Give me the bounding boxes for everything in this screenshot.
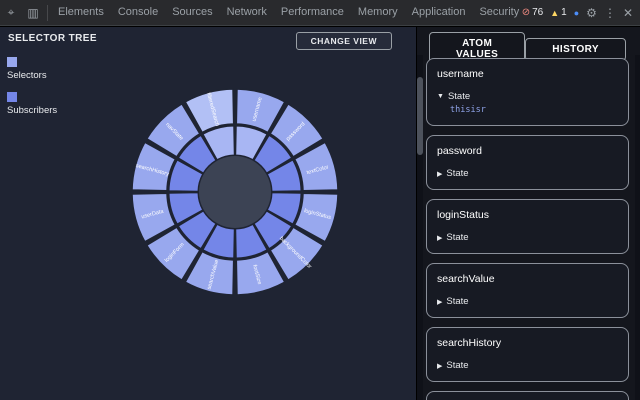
toolbar-status-area: ⊘ 76 ▲ 1 ● ⚙ ⋮ ✕ bbox=[522, 6, 640, 20]
devtools-toolbar: ⌖ ▥ Elements Console Sources Network Perform… bbox=[0, 0, 640, 26]
legend-swatch bbox=[7, 92, 17, 102]
state-label: State bbox=[446, 232, 469, 243]
settings-gear-icon[interactable]: ⚙ bbox=[586, 6, 597, 20]
state-label: State bbox=[446, 296, 469, 307]
warning-count: 1 bbox=[561, 7, 567, 18]
legend-label: Selectors bbox=[7, 70, 47, 81]
tab-security[interactable]: Security bbox=[472, 0, 521, 25]
tab-network[interactable]: Network bbox=[220, 0, 274, 25]
error-icon: ⊘ bbox=[521, 7, 531, 18]
tab-memory[interactable]: Memory bbox=[351, 0, 405, 25]
devtools-main: SELECTOR TREE CHANGE VIEW Selectors Subsc… bbox=[0, 27, 640, 400]
error-count: 76 bbox=[532, 7, 544, 18]
close-devtools-icon[interactable]: ✕ bbox=[623, 6, 633, 20]
atom-card-username: username ▼ State thisisr bbox=[426, 58, 629, 126]
atom-card-searchhistory: searchHistory ▶ State bbox=[426, 327, 629, 382]
change-view-button[interactable]: CHANGE VIEW bbox=[295, 32, 392, 50]
state-label: State bbox=[446, 168, 469, 179]
tab-sources[interactable]: Sources bbox=[165, 0, 219, 25]
legend: Selectors Subscribers bbox=[7, 57, 57, 116]
chevron-right-icon: ▶ bbox=[437, 298, 443, 306]
panel-title: SELECTOR TREE bbox=[8, 33, 97, 44]
state-label: State bbox=[447, 91, 471, 102]
selector-tree-panel: SELECTOR TREE CHANGE VIEW Selectors Subsc… bbox=[0, 27, 416, 400]
atom-name: loginStatus bbox=[437, 209, 489, 221]
atom-values-panel: ATOM VALUES HISTORY username ▼ State thisis… bbox=[416, 27, 640, 400]
tab-performance[interactable]: Performance bbox=[274, 0, 351, 25]
scrollbar-thumb[interactable] bbox=[417, 77, 423, 155]
legend-item-subscribers: Subscribers bbox=[7, 92, 57, 116]
atom-cards: username ▼ State thisisr password ▶ State login… bbox=[426, 58, 629, 400]
warning-count-badge[interactable]: ▲ 1 bbox=[550, 7, 566, 18]
atom-card-searchvalue: searchValue ▶ State bbox=[426, 263, 629, 318]
atom-name: searchHistory bbox=[437, 337, 502, 349]
toolbar-divider bbox=[47, 4, 48, 21]
state-toggle[interactable]: ▶ State bbox=[437, 296, 618, 307]
sunburst-center-hole bbox=[199, 156, 271, 228]
atom-value: thisisr bbox=[450, 105, 486, 115]
atom-name: password bbox=[437, 145, 482, 157]
scrollbar-track[interactable] bbox=[417, 55, 423, 400]
right-scrollbar-track[interactable] bbox=[635, 55, 640, 400]
chevron-right-icon: ▶ bbox=[437, 362, 443, 370]
atom-name: username bbox=[437, 68, 484, 80]
tab-console[interactable]: Console bbox=[111, 0, 165, 25]
extension-dot-icon[interactable]: ● bbox=[574, 8, 579, 18]
atom-card-password: password ▶ State bbox=[426, 135, 629, 190]
chevron-right-icon: ▶ bbox=[437, 234, 443, 242]
legend-swatch bbox=[7, 57, 17, 67]
state-toggle[interactable]: ▶ State bbox=[437, 360, 618, 371]
legend-label: Subscribers bbox=[7, 105, 58, 116]
legend-item-selectors: Selectors bbox=[7, 57, 57, 81]
state-toggle[interactable]: ▶ State bbox=[437, 168, 618, 179]
atom-card-loginstatus: loginStatus ▶ State bbox=[426, 199, 629, 254]
state-label: State bbox=[446, 360, 469, 371]
error-count-badge[interactable]: ⊘ 76 bbox=[522, 7, 544, 18]
state-toggle[interactable]: ▼ State bbox=[437, 91, 618, 102]
inspect-element-icon[interactable]: ⌖ bbox=[0, 5, 22, 20]
sunburst-chart: usernamepasswordtextColorloginStatusback… bbox=[131, 88, 339, 296]
warning-icon: ▲ bbox=[550, 7, 560, 18]
devtools-tabs: Elements Console Sources Network Performance… bbox=[51, 0, 522, 25]
chevron-down-icon: ▼ bbox=[437, 93, 444, 100]
atom-card-backgroundcolor: backgroundColor▶State bbox=[426, 391, 629, 400]
chevron-right-icon: ▶ bbox=[437, 170, 443, 178]
atom-name: searchValue bbox=[437, 273, 495, 285]
state-toggle[interactable]: ▶ State bbox=[437, 232, 618, 243]
device-toolbar-icon[interactable]: ▥ bbox=[22, 6, 44, 20]
tab-application[interactable]: Application bbox=[405, 0, 473, 25]
devtools-window: ⌖ ▥ Elements Console Sources Network Perform… bbox=[0, 0, 640, 400]
tab-elements[interactable]: Elements bbox=[51, 0, 111, 25]
kebab-menu-icon[interactable]: ⋮ bbox=[604, 6, 616, 20]
